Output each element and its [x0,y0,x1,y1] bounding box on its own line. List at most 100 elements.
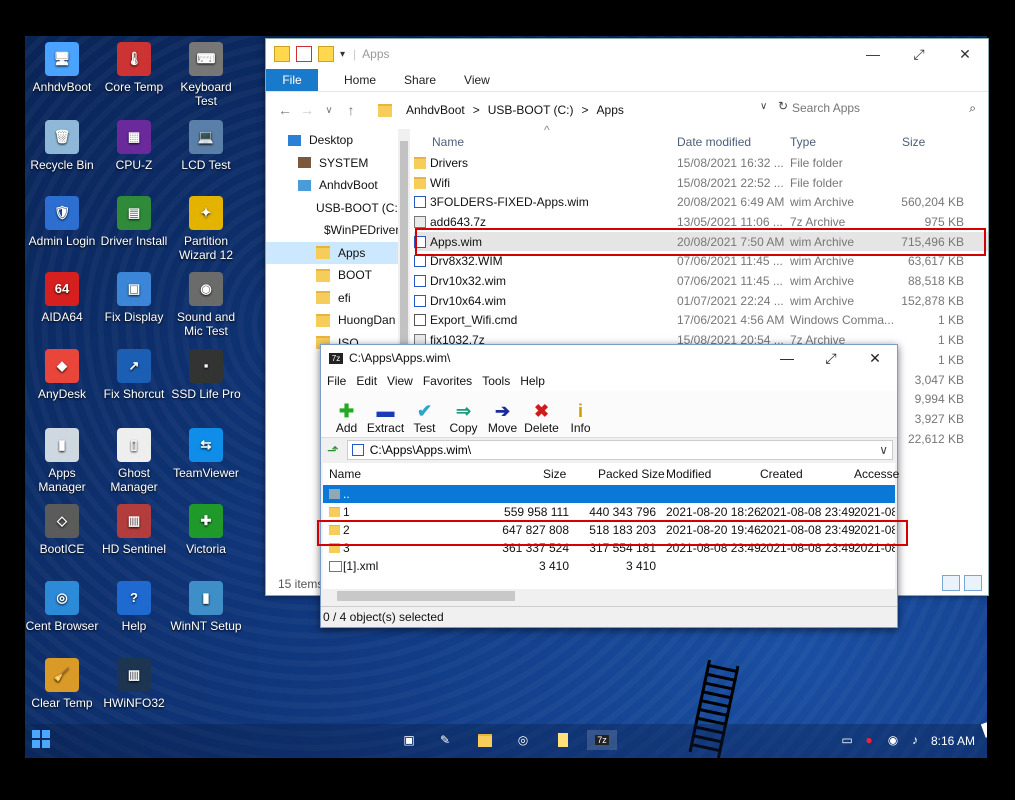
desktop-icon-keyboard-test[interactable]: ⌨ Keyboard Test [169,42,243,108]
sevenzip-path-field[interactable]: C:\Apps\Apps.wim\ ∨ [346,440,893,460]
file-row[interactable]: Drv10x64.wim 01/07/2021 22:24 ... wim Arch… [414,291,988,311]
zcol-size[interactable]: Size [543,467,566,481]
ribbon-tab-view[interactable]: View [464,73,490,87]
desktop-icon-ssd-life-pro[interactable]: ▪ SSD Life Pro [169,349,243,401]
breadcrumb[interactable]: AnhdvBoot > USB-BOOT (C:) > Apps [378,98,778,122]
explorer-title-bar[interactable]: ▾ | Apps — ⤢ ✕ [266,39,988,69]
delete-button[interactable]: ✖ Delete [522,391,561,437]
desktop-icon-sound-and-mic-test[interactable]: ◉ Sound and Mic Test [169,272,243,338]
up-arrow-icon[interactable]: ↑ [340,102,362,118]
file-row[interactable]: Wifi 15/08/2021 22:52 ... File folder [414,173,988,193]
taskbar-7zip-icon[interactable]: 7z [587,730,617,750]
sevenzip-title-bar[interactable]: 7z C:\Apps\Apps.wim\ — ⤢ ✕ [321,345,897,371]
taskbar-monitor-icon[interactable]: ▣ [399,730,419,750]
desktop-icon-partition-wizard-12[interactable]: ✦ Partition Wizard 12 [169,196,243,262]
column-date-modified[interactable]: Date modified [677,135,751,149]
customize-dropdown-icon[interactable]: ▾ [340,49,345,60]
info-button[interactable]: i Info [561,391,600,437]
ribbon-file-tab[interactable]: File [266,69,318,91]
column-name[interactable]: Name [432,135,464,149]
maximize-button[interactable]: ⤢ [896,39,942,69]
desktop-icon-fix-shorcut[interactable]: ↗ Fix Shorcut [97,349,171,401]
taskbar-note-icon[interactable] [553,730,573,750]
archive-row[interactable]: [1].xml 3 410 3 410 [323,557,895,575]
file-row[interactable]: 3FOLDERS-FIXED-Apps.wim 20/08/2021 6:49 A… [414,192,988,212]
menu-favorites[interactable]: Favorites [423,374,472,388]
menu-edit[interactable]: Edit [356,374,377,388]
archive-row[interactable]: 1 559 958 111 440 343 796 2021-08-20 18:26 2… [323,503,895,521]
recent-dropdown-icon[interactable]: ∨ [318,105,340,116]
ribbon-tab-home[interactable]: Home [344,73,376,87]
nav-item-anhdvboot[interactable]: AnhdvBoot [266,174,398,197]
nav-item-boot[interactable]: BOOT [266,264,398,287]
breadcrumb-separator[interactable]: > [473,103,480,117]
tray-media-icon[interactable]: ● [859,730,879,750]
test-button[interactable]: ✔ Test [405,391,444,437]
properties-icon[interactable] [296,46,312,62]
zcol-accessed[interactable]: Accesse [854,467,899,481]
forward-arrow-icon[interactable]: → [296,102,318,118]
move-button[interactable]: ➔ Move [483,391,522,437]
nav-item--winpedriver[interactable]: $WinPEDriver [266,219,398,242]
zcol-packed[interactable]: Packed Size [598,467,665,481]
nav-item-usb-boot-c-[interactable]: USB-BOOT (C:) [266,197,398,220]
desktop-icon-admin-login[interactable]: 🛡 Admin Login [25,196,99,248]
ribbon-tab-share[interactable]: Share [404,73,436,87]
search-box[interactable]: Search Apps ⌕ [786,96,982,120]
file-row[interactable]: Drv10x32.wim 07/06/2021 11:45 ... wim Arch… [414,271,988,291]
desktop-icon-help[interactable]: ? Help [97,581,171,633]
nav-item-system[interactable]: SYSTEM [266,152,398,175]
column-size[interactable]: Size [902,135,925,149]
breadcrumb-usb-boot[interactable]: USB-BOOT (C:) [488,103,574,117]
desktop-icon-clear-temp[interactable]: 🧹 Clear Temp [25,658,99,710]
file-row[interactable]: Drivers 15/08/2021 16:32 ... File folder [414,153,988,173]
start-button[interactable] [31,729,51,749]
menu-file[interactable]: File [327,374,346,388]
details-view-icon[interactable] [942,575,960,591]
desktop-icon-recycle-bin[interactable]: 🗑 Recycle Bin [25,120,99,172]
desktop-icon-anhdvboot[interactable]: 🖥 AnhdvBoot [25,42,99,94]
new-folder-icon[interactable] [318,46,334,62]
desktop-icon-bootice[interactable]: ◇ BootICE [25,504,99,556]
desktop-icon-teamviewer[interactable]: ⇆ TeamViewer [169,428,243,480]
copy-button[interactable]: ⇒ Copy [444,391,483,437]
add-button[interactable]: ✚ Add [327,391,366,437]
archive-row[interactable]: .. [323,485,895,503]
taskbar-tool-icon[interactable]: ✎ [435,730,455,750]
desktop-icon-aida64[interactable]: 64 AIDA64 [25,272,99,324]
breadcrumb-separator[interactable]: > [582,103,589,117]
nav-item-desktop[interactable]: Desktop [266,129,398,152]
tray-eye-icon[interactable]: ◉ [883,730,903,750]
nav-item-huongdan[interactable]: HuongDan [266,309,398,332]
parent-folder-icon[interactable]: ⬏ [327,442,339,459]
extract-button[interactable]: ▬ Extract [366,391,405,437]
sevenzip-close-button[interactable]: ✕ [853,345,897,371]
quick-access-folder-icon[interactable] [274,46,290,62]
file-row[interactable]: Export_Wifi.cmd 17/06/2021 4:56 AM Windows… [414,311,988,331]
desktop-icon-driver-install[interactable]: ▤ Driver Install [97,196,171,248]
menu-tools[interactable]: Tools [482,374,510,388]
column-type[interactable]: Type [790,135,816,149]
taskbar-explorer-icon[interactable] [475,730,495,750]
breadcrumb-apps[interactable]: Apps [597,103,624,117]
nav-item-apps[interactable]: Apps [266,241,398,264]
path-dropdown-icon[interactable]: ∨ [879,443,888,457]
desktop-icon-victoria[interactable]: ✚ Victoria [169,504,243,556]
clock[interactable]: 8:16 AM [931,734,975,748]
close-button[interactable]: ✕ [942,39,988,69]
zcol-created[interactable]: Created [760,467,803,481]
menu-help[interactable]: Help [520,374,545,388]
tray-volume-icon[interactable]: ♪ [905,730,925,750]
large-icons-view-icon[interactable] [964,575,982,591]
desktop-icon-hd-sentinel[interactable]: ▥ HD Sentinel [97,504,171,556]
zcol-name[interactable]: Name [329,467,361,481]
desktop-icon-ghost-manager[interactable]: ▯ Ghost Manager [97,428,171,494]
nav-item-efi[interactable]: efi [266,287,398,310]
search-input[interactable]: Search Apps [792,101,860,115]
breadcrumb-anhdvboot[interactable]: AnhdvBoot [406,103,465,117]
desktop-icon-lcd-test[interactable]: 💻 LCD Test [169,120,243,172]
zcol-modified[interactable]: Modified [666,467,711,481]
desktop-icon-cent-browser[interactable]: ◎ Cent Browser [25,581,99,633]
sevenzip-horizontal-scrollbar[interactable] [323,589,895,603]
menu-view[interactable]: View [387,374,413,388]
